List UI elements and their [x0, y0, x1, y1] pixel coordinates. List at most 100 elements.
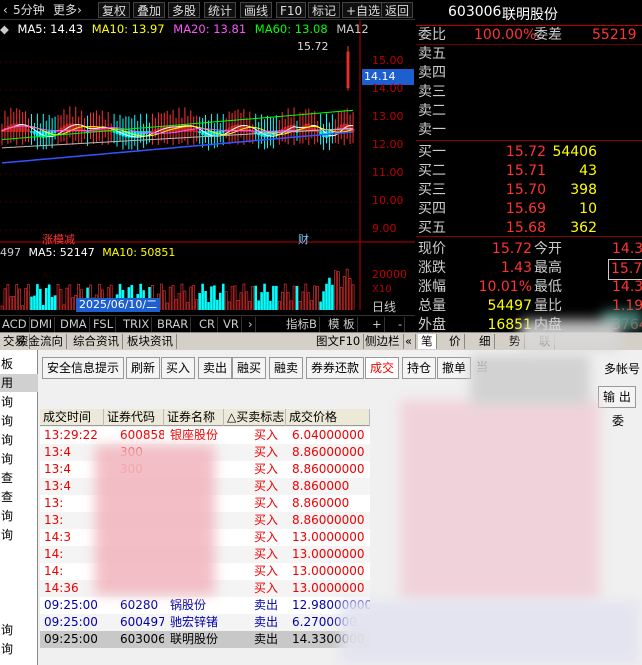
- table-row[interactable]: 09:25:00 603006 联明股份 卖出 14.3300000: [40, 631, 370, 648]
- nav-item[interactable]: [0, 602, 38, 620]
- zoom-out-button[interactable]: -: [396, 317, 406, 332]
- col-time[interactable]: 成交时间: [40, 409, 104, 426]
- blur-mask-2: [400, 400, 600, 600]
- nav-item[interactable]: [0, 545, 38, 563]
- nav-item[interactable]: 询: [0, 640, 38, 658]
- mark-button[interactable]: 标记: [308, 2, 341, 18]
- tab-cr[interactable]: CR: [197, 317, 219, 332]
- strip-fund-flow[interactable]: 资金流向: [14, 334, 67, 349]
- multi-account-button[interactable]: 多帐号: [604, 360, 640, 377]
- nav-item[interactable]: 询: [0, 621, 38, 639]
- ask-row[interactable]: 卖一: [416, 121, 642, 140]
- bid-label: 买一: [418, 144, 446, 160]
- table-row[interactable]: 09:25:00 600497 驰宏锌锗 卖出 6.2700000: [40, 614, 370, 631]
- tab-dma[interactable]: DMA: [58, 317, 90, 332]
- stat-value-2: 14.33: [612, 241, 642, 257]
- strip-price[interactable]: 价: [446, 334, 465, 349]
- tab-template[interactable]: 模 板: [326, 317, 358, 332]
- export-button[interactable]: 输 出: [598, 386, 636, 408]
- filled-orders-tab[interactable]: 成交: [365, 357, 400, 379]
- weibi-label: 委比: [418, 27, 446, 43]
- ask-row[interactable]: 卖三: [416, 83, 642, 102]
- multi-stock-button[interactable]: 多股: [168, 2, 201, 18]
- tab-trix[interactable]: TRIX: [121, 317, 153, 332]
- cell-price: 8.86000000: [292, 462, 365, 476]
- strip-news[interactable]: 综合资讯: [70, 334, 123, 349]
- tab-vr[interactable]: VR: [221, 317, 242, 332]
- nav-item[interactable]: 板: [0, 355, 38, 373]
- stats-button[interactable]: 统计: [204, 2, 237, 18]
- nav-item[interactable]: 用: [0, 374, 38, 392]
- cell-name: 银座股份: [170, 428, 219, 442]
- repay-button[interactable]: 券券还款: [306, 357, 365, 379]
- strip-sector-news[interactable]: 板块资讯: [124, 334, 177, 349]
- margin-buy-button[interactable]: 融买: [232, 357, 267, 379]
- tab-dmi[interactable]: DMI: [28, 317, 56, 332]
- strip-f10[interactable]: 图文F10: [313, 334, 365, 349]
- fuquan-button[interactable]: 复权: [98, 2, 131, 18]
- strip-tick[interactable]: 笔: [418, 334, 437, 349]
- cell-code: 60280: [120, 598, 159, 612]
- nav-item[interactable]: 询: [0, 393, 38, 411]
- period-label[interactable]: 日线: [372, 298, 396, 315]
- stat-value-2: 14.33: [612, 279, 642, 295]
- nav-item[interactable]: [0, 583, 38, 601]
- draw-line-button[interactable]: 画线: [240, 2, 273, 18]
- ma-legend: ◆ MA5: 14.43 MA10: 13.97 MA20: 13.81 MA6…: [0, 22, 374, 38]
- candle-body: [112, 131, 116, 133]
- ask-row[interactable]: 卖二: [416, 102, 642, 121]
- buy-button[interactable]: 买入: [161, 357, 196, 379]
- cancel-order-button[interactable]: 撤单: [437, 357, 472, 379]
- strip-sidebar[interactable]: 侧边栏: [362, 334, 404, 349]
- ask-row[interactable]: 卖四: [416, 64, 642, 83]
- high-label: 15.72: [297, 40, 329, 53]
- sell-button[interactable]: 卖出: [198, 357, 233, 379]
- security-info-button[interactable]: 安全信息提示: [42, 357, 125, 379]
- back-button[interactable]: 返回: [381, 2, 414, 18]
- nav-item[interactable]: 询: [0, 526, 38, 544]
- strip-collapse[interactable]: «: [402, 334, 417, 349]
- col-side[interactable]: △买卖标志: [224, 409, 286, 426]
- nav-item[interactable]: [0, 564, 38, 582]
- ask-label: 卖二: [418, 103, 446, 119]
- tab-indicator-b[interactable]: 指标B: [284, 317, 320, 332]
- tab-more[interactable]: ›: [246, 317, 256, 332]
- table-row[interactable]: 09:25:00 60280 锅股份 卖出 12.98000000: [40, 597, 370, 614]
- kline-svg: [0, 20, 415, 317]
- cell-side: 买入: [254, 496, 279, 510]
- bid-row[interactable]: 买四 15.69 10: [416, 200, 642, 219]
- bid-row[interactable]: 买三 15.70 398: [416, 181, 642, 200]
- cell-side: 买入: [254, 530, 279, 544]
- add-watchlist-button[interactable]: +自选: [342, 2, 385, 18]
- period-5min[interactable]: 5分钟: [10, 2, 48, 18]
- weibi-row: 委比 100.00% 委差 55219: [416, 26, 642, 45]
- nav-item[interactable]: 询: [0, 412, 38, 430]
- more-menu[interactable]: 更多›: [50, 2, 85, 18]
- nav-item[interactable]: 查: [0, 469, 38, 487]
- nav-item[interactable]: 询: [0, 450, 38, 468]
- tab-brar[interactable]: BRAR: [155, 317, 192, 332]
- nav-item[interactable]: 询: [0, 431, 38, 449]
- col-price[interactable]: 成交价格: [286, 409, 370, 426]
- tab-fsl[interactable]: FSL: [91, 317, 117, 332]
- ma5-legend: MA5: 14.43: [17, 22, 84, 36]
- candle-body: [254, 131, 257, 134]
- tab-acd[interactable]: ACD: [0, 317, 30, 332]
- nav-item[interactable]: 查: [0, 488, 38, 506]
- refresh-button[interactable]: 刷新: [126, 357, 161, 379]
- margin-sell-button[interactable]: 融卖: [269, 357, 304, 379]
- strip-detail[interactable]: 细: [476, 334, 495, 349]
- col-code[interactable]: 证券代码: [104, 409, 164, 426]
- kline-chart[interactable]: [0, 20, 415, 317]
- bid-row[interactable]: 买二 15.71 43: [416, 162, 642, 181]
- stat-label-2: 最低: [534, 279, 562, 295]
- nav-item[interactable]: 询: [0, 507, 38, 525]
- ask-row[interactable]: 卖五: [416, 45, 642, 64]
- zoom-in-button[interactable]: +: [370, 317, 385, 332]
- f10-button[interactable]: F10: [276, 2, 307, 18]
- positions-button[interactable]: 持仓: [402, 357, 437, 379]
- bid-row[interactable]: 买一 15.72 54406: [416, 143, 642, 162]
- col-name[interactable]: 证券名称: [164, 409, 224, 426]
- table-row[interactable]: 13:29:22 600858 银座股份 买入 6.04000000: [40, 427, 370, 444]
- overlay-button[interactable]: 叠加: [133, 2, 166, 18]
